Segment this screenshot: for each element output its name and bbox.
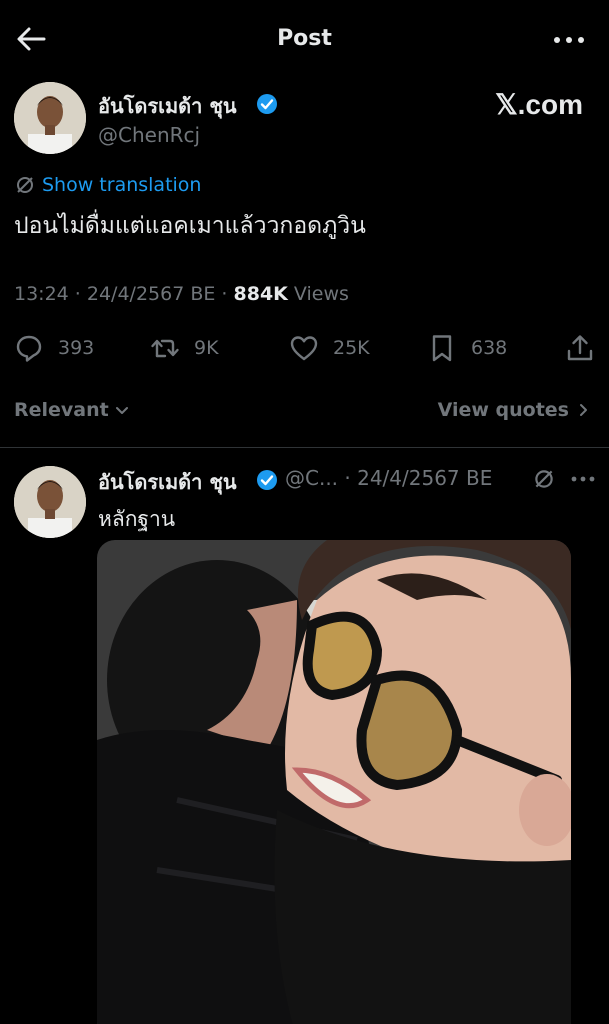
bookmark-icon — [432, 335, 452, 362]
show-translation-link[interactable]: Show translation — [14, 174, 201, 196]
repost-button[interactable]: 9K — [150, 332, 219, 364]
divider — [0, 447, 609, 448]
show-translation-label: Show translation — [42, 174, 202, 196]
reply-button[interactable]: 393 — [14, 332, 94, 364]
views-count: 884K — [233, 283, 288, 305]
reply-photo[interactable] — [97, 540, 571, 1024]
author-avatar[interactable] — [14, 82, 86, 154]
reply-author-avatar[interactable] — [14, 466, 86, 538]
bookmark-count: 638 — [471, 337, 508, 359]
sort-replies-dropdown[interactable]: Relevant — [14, 399, 130, 421]
more-options-icon[interactable] — [551, 28, 587, 52]
reply-count: 393 — [58, 337, 95, 359]
sort-label: Relevant — [14, 399, 109, 421]
bookmark-button[interactable]: 638 — [427, 332, 507, 364]
reply-meta: @C... · 24/4/2567 BE — [285, 466, 493, 490]
x-brand-logo: 𝕏.com — [495, 89, 583, 120]
repost-icon — [151, 339, 179, 358]
post-text: ปอนไม่ดื่มแต่แอคเมาแล้ววกอดภูวิน — [14, 213, 366, 239]
translate-icon[interactable] — [532, 467, 556, 491]
share-icon — [567, 335, 593, 361]
heart-icon — [290, 336, 318, 361]
reply-text: หลักฐาน — [98, 507, 176, 531]
author-handle[interactable]: @ChenRcj — [98, 123, 200, 147]
reply-icon — [16, 335, 42, 362]
post-meta: 13:24 · 24/4/2567 BE · 884K Views — [14, 283, 349, 305]
share-button[interactable] — [565, 332, 595, 364]
like-button[interactable]: 25K — [289, 332, 370, 364]
reply-more-icon[interactable] — [570, 470, 596, 488]
post-timestamp: 13:24 · 24/4/2567 BE · — [14, 283, 234, 305]
reply-author-name[interactable]: อันโดรเมด้า ชุน — [98, 466, 237, 498]
repost-count: 9K — [194, 337, 219, 359]
author-name[interactable]: อันโดรเมด้า ชุน — [98, 90, 237, 122]
verified-badge-icon — [256, 93, 278, 115]
page-title: Post — [277, 26, 332, 51]
top-bar: Post — [0, 0, 609, 80]
like-count: 25K — [333, 337, 370, 359]
chevron-right-icon — [580, 404, 587, 416]
translate-icon — [17, 177, 33, 193]
view-quotes-label: View quotes — [437, 399, 569, 421]
view-quotes-link[interactable]: View quotes — [438, 399, 591, 421]
chevron-down-icon — [115, 407, 128, 414]
views-label: Views — [287, 283, 349, 305]
verified-badge-icon — [256, 469, 278, 491]
